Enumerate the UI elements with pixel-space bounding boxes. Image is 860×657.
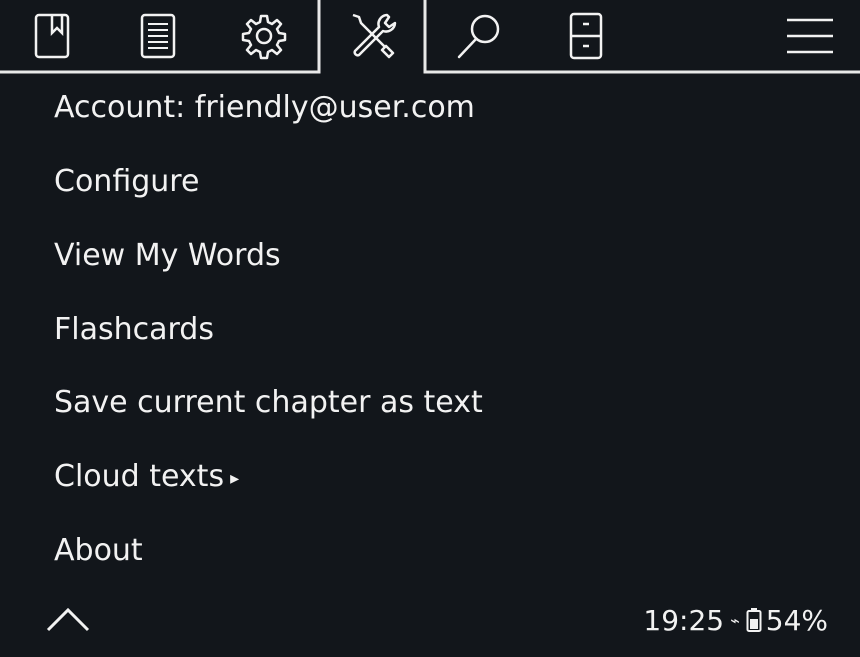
tab-search[interactable] bbox=[428, 0, 532, 72]
go-back-up-button[interactable] bbox=[44, 600, 92, 640]
file-cabinet-icon bbox=[569, 12, 603, 60]
menu-item-save-chapter-as-text[interactable]: Save current chapter as text bbox=[54, 383, 483, 423]
menu-item-label: Cloud texts bbox=[54, 459, 225, 494]
gear-icon bbox=[241, 14, 287, 60]
menu-item-flashcards[interactable]: Flashcards bbox=[54, 310, 214, 350]
chevron-up-icon bbox=[46, 607, 90, 632]
battery-icon bbox=[746, 608, 762, 632]
wifi-icon: ⌁ bbox=[730, 610, 740, 630]
menu-item-view-my-words[interactable]: View My Words bbox=[54, 236, 281, 276]
top-tab-bar bbox=[0, 0, 860, 75]
search-icon bbox=[457, 14, 500, 59]
toc-list-icon bbox=[140, 13, 176, 59]
tab-tools[interactable] bbox=[322, 0, 422, 72]
menu-item-label: View My Words bbox=[54, 238, 281, 273]
menu-item-configure[interactable]: Configure bbox=[54, 162, 199, 202]
menu-item-cloud-texts[interactable]: Cloud texts ▸ bbox=[54, 457, 239, 497]
menu-item-label: Save current chapter as text bbox=[54, 385, 483, 420]
tab-file-browser[interactable] bbox=[534, 0, 638, 72]
hamburger-menu-icon bbox=[787, 18, 833, 54]
menu-item-label: Configure bbox=[54, 164, 200, 199]
tab-settings[interactable] bbox=[212, 0, 316, 72]
menu-item-label: About bbox=[54, 533, 143, 568]
tab-main-menu[interactable] bbox=[760, 0, 860, 72]
menu-item-label: Flashcards bbox=[54, 312, 214, 347]
menu-item-account[interactable]: Account: friendly@user.com bbox=[54, 88, 475, 128]
menu-item-about[interactable]: About bbox=[54, 531, 143, 571]
battery-percentage: 54% bbox=[765, 603, 828, 637]
clock-time: 19:25 bbox=[643, 603, 725, 637]
submenu-arrow-icon: ▸ bbox=[230, 468, 240, 489]
tab-toc[interactable] bbox=[106, 0, 210, 72]
bookmark-icon bbox=[34, 13, 70, 59]
tools-icon bbox=[352, 13, 397, 59]
tab-bookmarks[interactable] bbox=[0, 0, 104, 72]
status-bar: 19:25 ⌁ 54% bbox=[643, 600, 828, 640]
menu-item-label: Account: friendly@user.com bbox=[54, 90, 475, 125]
